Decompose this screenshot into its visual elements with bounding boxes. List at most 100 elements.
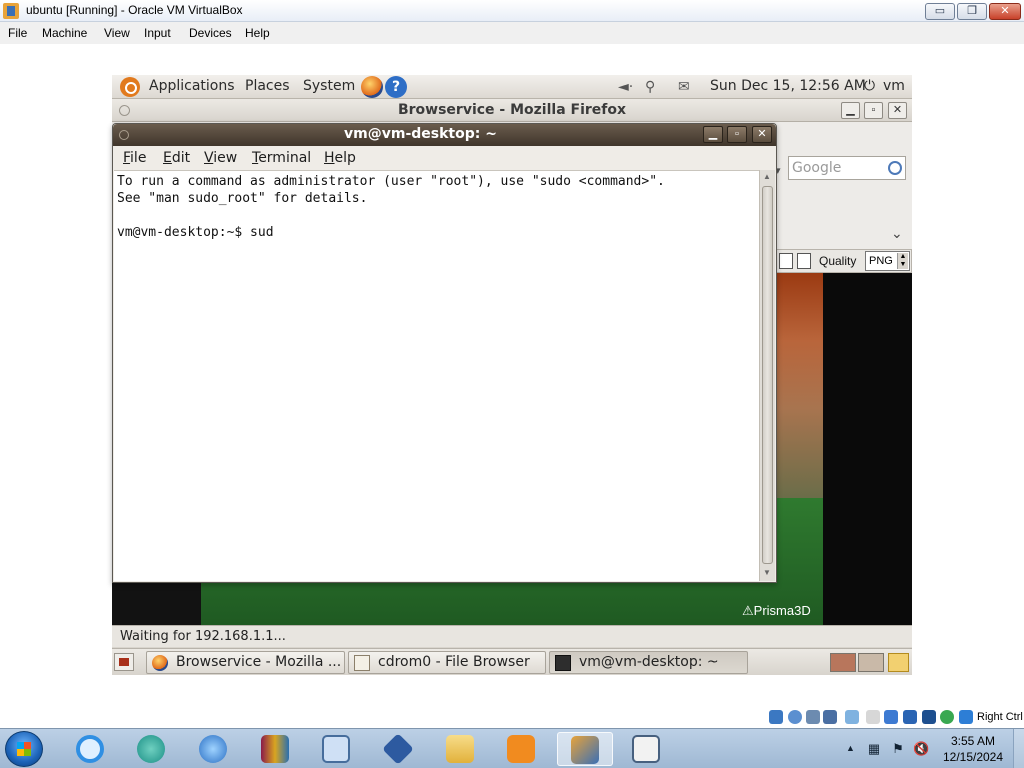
network-icon[interactable]: ⚲ (645, 79, 655, 95)
help-launcher-icon[interactable]: ? (385, 76, 407, 98)
media-player-icon[interactable] (501, 732, 541, 766)
host-close-button[interactable]: ✕ (989, 3, 1021, 20)
floppy-icon[interactable] (806, 710, 820, 724)
network-adapter-icon[interactable] (845, 710, 859, 724)
optical-drive-icon[interactable] (788, 710, 802, 724)
host-menu-view[interactable]: View (104, 26, 130, 40)
firefox-launcher-icon[interactable] (361, 76, 383, 98)
terminal-close-button[interactable]: ✕ (752, 126, 772, 143)
host-window-titlebar[interactable]: ubuntu [Running] - Oracle VM VirtualBox … (0, 0, 1024, 22)
computer-icon[interactable] (316, 732, 356, 766)
save-icon[interactable] (797, 253, 811, 269)
host-menu-help[interactable]: Help (245, 26, 270, 40)
mail-icon[interactable]: ✉ (678, 79, 690, 95)
scroll-down-icon[interactable]: ▼ (763, 568, 771, 577)
taskbar-clock-date[interactable]: 12/15/2024 (940, 750, 1006, 764)
host-maximize-button[interactable]: ❐ (957, 3, 987, 20)
system-menu[interactable]: System (303, 78, 355, 94)
volume-icon[interactable]: ◄· (618, 79, 633, 95)
power-icon[interactable]: ⏻ (864, 78, 875, 94)
show-desktop-button[interactable] (1013, 729, 1024, 768)
prisma3d-label: Prisma3D (753, 603, 811, 618)
panel-user-name[interactable]: vm (883, 78, 905, 94)
host-menu-file[interactable]: File (8, 26, 27, 40)
computer-glyph (322, 735, 350, 763)
firefox-minimize-button[interactable]: ▁ (841, 102, 860, 119)
winrar-icon[interactable] (255, 732, 295, 766)
workspace-2[interactable] (858, 653, 884, 672)
firefox-close-button[interactable]: ✕ (888, 102, 907, 119)
terminal-menu-view[interactable]: View (204, 150, 237, 166)
firefox-statusbar: Waiting for 192.168.1.1... (112, 625, 912, 647)
display-icon[interactable] (903, 710, 917, 724)
host-minimize-button[interactable]: ▭ (925, 3, 955, 20)
host-menu-input[interactable]: Input (144, 26, 171, 40)
start-button[interactable] (5, 731, 43, 767)
network-tray-icon[interactable]: ▦ (866, 741, 882, 757)
quality-select[interactable]: PNG ▲ ▼ (865, 251, 910, 271)
internet-explorer-icon[interactable] (70, 732, 110, 766)
firefox-maximize-button[interactable]: ▫ (864, 102, 883, 119)
search-icon[interactable] (888, 161, 902, 175)
terminal-maximize-button[interactable]: ▫ (727, 126, 747, 143)
virtualbox-running-icon[interactable] (557, 732, 613, 766)
shared-folders-icon[interactable] (884, 710, 898, 724)
chevron-down-icon[interactable]: ⌄ (891, 225, 903, 242)
host-window-title: ubuntu [Running] - Oracle VM VirtualBox (26, 3, 243, 17)
terminal-output[interactable]: To run a command as administrator (user … (114, 170, 759, 581)
terminal-menu-edit[interactable]: Edit (163, 150, 190, 166)
tray-overflow-icon[interactable]: ▲ (846, 743, 855, 753)
places-menu[interactable]: Places (245, 78, 290, 94)
scrollbar-thumb[interactable] (762, 186, 773, 564)
virtualbox-icon[interactable] (378, 732, 418, 766)
terminal-menu-file[interactable]: File (123, 150, 146, 166)
terminal-menu-terminal[interactable]: Terminal (252, 150, 311, 166)
host-menu-machine[interactable]: Machine (42, 26, 87, 40)
terminal-line: To run a command as administrator (user … (117, 174, 665, 189)
download-glyph (199, 735, 227, 763)
panel-clock[interactable]: Sun Dec 15, 12:56 AM (710, 78, 866, 94)
applications-menu[interactable]: Applications (149, 78, 235, 94)
taskbar-button-file-browser[interactable]: cdrom0 - File Browser (348, 651, 546, 674)
terminal-minimize-button[interactable]: ▁ (703, 126, 723, 143)
audio-icon[interactable] (823, 710, 837, 724)
quality-label: Quality (819, 254, 857, 268)
mouse-integration-icon[interactable] (959, 710, 973, 724)
taskbar-clock-time[interactable]: 3:55 AM (940, 734, 1006, 748)
gnome-top-panel: Applications Places System ? ◄· ⚲ ✉ Sun … (112, 75, 912, 99)
browser-icon[interactable] (131, 732, 171, 766)
action-center-icon[interactable]: ⚑ (890, 741, 906, 757)
host-menubar: File Machine View Input Devices Help (0, 22, 1024, 44)
terminal-window[interactable]: vm@vm-desktop: ~ ▁ ▫ ✕ File Edit View Te… (112, 123, 777, 583)
scroll-up-icon[interactable]: ▲ (763, 172, 771, 181)
status-text: Waiting for 192.168.1.1... (120, 629, 286, 644)
taskbar-button-firefox[interactable]: Browservice - Mozilla ... (146, 651, 345, 674)
download-manager-icon[interactable] (193, 732, 233, 766)
terminal-line: See "man sudo_root" for details. (117, 191, 368, 206)
winrar-glyph (261, 735, 289, 763)
task-label: Browservice - Mozilla ... (176, 654, 342, 670)
virtualbox-app-icon (3, 3, 19, 19)
firefox-icon (152, 655, 168, 671)
trash-icon[interactable] (888, 653, 909, 672)
firefox-titlebar[interactable]: Browservice - Mozilla Firefox ▁ ▫ ✕ (112, 99, 912, 122)
terminal-scrollbar[interactable]: ▲ ▼ (759, 170, 775, 581)
file-explorer-icon[interactable] (440, 732, 480, 766)
browservice-toolbar: Quality PNG ▲ ▼ (776, 249, 912, 273)
gnome-bottom-panel: Browservice - Mozilla ... cdrom0 - File … (112, 648, 912, 675)
browser-glyph (137, 735, 165, 763)
terminal-menu-help[interactable]: Help (324, 150, 356, 166)
host-menu-devices[interactable]: Devices (189, 26, 232, 40)
terminal-titlebar[interactable]: vm@vm-desktop: ~ ▁ ▫ ✕ (113, 124, 776, 146)
taskbar-button-terminal[interactable]: vm@vm-desktop: ~ (549, 651, 748, 674)
workspace-1[interactable] (830, 653, 856, 672)
hard-disk-icon[interactable] (769, 710, 783, 724)
video-capture-icon[interactable] (922, 710, 936, 724)
show-desktop-icon[interactable] (114, 653, 134, 671)
volume-muted-icon[interactable]: 🔇 (913, 741, 929, 757)
usb-icon[interactable] (866, 710, 880, 724)
clipboard-icon[interactable] (779, 253, 793, 269)
cpu-virtualization-icon[interactable] (940, 710, 954, 724)
quality-spinner-icon[interactable]: ▲ ▼ (897, 253, 908, 269)
window-icon[interactable] (619, 732, 675, 766)
